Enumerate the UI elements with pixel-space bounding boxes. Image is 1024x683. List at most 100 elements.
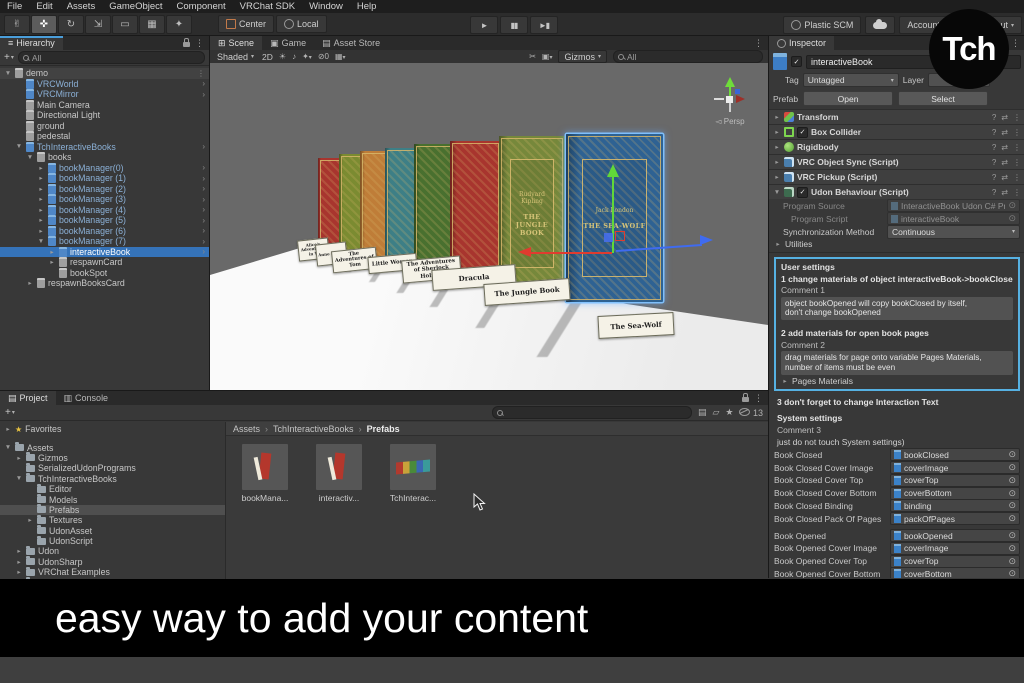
audio-toggle-icon[interactable]: ♪	[292, 52, 296, 61]
menu-item[interactable]: Edit	[29, 1, 59, 12]
object-reference-field[interactable]: coverTop⊙	[890, 555, 1020, 568]
kebab-menu-icon[interactable]: ⋮	[1013, 173, 1021, 182]
effects-dropdown-icon[interactable]: ✦▾	[302, 52, 312, 61]
foldout-icon[interactable]: ▸	[15, 547, 23, 555]
object-picker-icon[interactable]: ⊙	[1008, 213, 1016, 224]
hierarchy-item[interactable]: ▸ bookManager (1) ›	[0, 173, 209, 184]
help-icon[interactable]: ?	[992, 173, 996, 182]
foldout-icon[interactable]: ▸	[15, 454, 23, 462]
preset-icon[interactable]: ⇄	[1001, 143, 1008, 152]
prefab-nav-arrow-icon[interactable]: ›	[202, 237, 209, 246]
hierarchy-item[interactable]: ▼ demo ⋮	[0, 68, 209, 79]
object-picker-icon[interactable]: ⊙	[1008, 488, 1016, 499]
project-tree-item[interactable]: ★ Editor	[0, 484, 225, 494]
foldout-icon[interactable]: ▸	[37, 227, 45, 235]
cloud-button[interactable]	[865, 16, 895, 34]
create-asset-button[interactable]: +▾	[5, 407, 15, 418]
comment1-textarea[interactable]: object bookOpened will copy bookClosed b…	[781, 297, 1013, 321]
tab-asset-store[interactable]: ▤Asset Store	[314, 36, 388, 50]
scene-orientation-gizmo[interactable]: ◅ Persp	[706, 75, 754, 133]
move-gizmo-x-axis[interactable]	[530, 252, 612, 254]
tools-icon[interactable]: ✂	[529, 52, 536, 61]
component-enabled-checkbox[interactable]: ✓	[797, 187, 808, 198]
active-checkbox[interactable]: ✓	[791, 56, 802, 67]
step-button[interactable]: ►▮	[530, 16, 558, 34]
foldout-icon[interactable]: ▸	[37, 174, 45, 182]
handle-space-button[interactable]: Local	[276, 15, 327, 33]
prefab-nav-arrow-icon[interactable]: ›	[202, 247, 209, 256]
foldout-icon[interactable]: ▸	[773, 113, 781, 121]
plastic-scm-button[interactable]: Plastic SCM	[783, 16, 861, 34]
tag-dropdown[interactable]: Untagged▾	[803, 73, 899, 87]
prefab-nav-arrow-icon[interactable]: ›	[202, 142, 209, 151]
scene-search-input[interactable]: All	[613, 50, 763, 63]
foldout-icon[interactable]: ▸	[37, 195, 45, 203]
prefab-nav-arrow-icon[interactable]: ›	[202, 90, 209, 99]
project-search-input[interactable]	[492, 406, 692, 419]
tab-inspector[interactable]: Inspector	[769, 36, 834, 50]
scene-viewport[interactable]: Rudyard KiplingTHE JUNGLE BOOK Jack Lond…	[210, 63, 768, 390]
object-reference-field[interactable]: coverImage⊙	[890, 542, 1020, 555]
prefab-nav-arrow-icon[interactable]: ⋮	[197, 69, 209, 78]
breadcrumb-item[interactable]: Assets	[233, 424, 260, 434]
prefab-open-button[interactable]: Open	[803, 91, 893, 106]
object-picker-icon[interactable]: ⊙	[1008, 543, 1016, 554]
object-picker-icon[interactable]: ⊙	[1008, 513, 1016, 524]
asset-item[interactable]: interactiv...	[308, 444, 370, 503]
hierarchy-item[interactable]: VRCWorld ›	[0, 79, 209, 90]
object-picker-icon[interactable]: ⊙	[1008, 449, 1016, 460]
project-tree-item[interactable]: ▼ ★ Assets	[0, 442, 225, 452]
foldout-icon[interactable]: ▸	[15, 568, 23, 576]
move-gizmo-x-arrowhead[interactable]	[518, 247, 531, 257]
hierarchy-item[interactable]: ▸ bookManager (6) ›	[0, 226, 209, 237]
object-picker-icon[interactable]: ⊙	[1008, 500, 1016, 511]
foldout-icon[interactable]: ▸	[37, 216, 45, 224]
hierarchy-item[interactable]: ▸ bookManager (2) ›	[0, 184, 209, 195]
kebab-menu-icon[interactable]: ⋮	[754, 393, 763, 404]
hierarchy-item[interactable]: Main Camera	[0, 100, 209, 111]
move-gizmo-y-arrowhead[interactable]	[607, 164, 619, 177]
preset-icon[interactable]: ⇄	[1001, 128, 1008, 137]
create-button[interactable]: +▾	[4, 52, 14, 63]
menu-item[interactable]: Assets	[60, 1, 103, 12]
hierarchy-item[interactable]: ▸ bookManager(0) ›	[0, 163, 209, 174]
prefab-select-button[interactable]: Select	[898, 91, 988, 106]
project-content-area[interactable]: Assets› TchInteractiveBooks› Prefabs boo…	[226, 422, 768, 579]
kebab-menu-icon[interactable]: ⋮	[1013, 158, 1021, 167]
favorites-filter-icon[interactable]: ★	[725, 407, 733, 418]
object-reference-field[interactable]: binding⊙	[890, 499, 1020, 512]
scale-tool-button[interactable]: ⇲	[85, 15, 111, 34]
object-reference-field[interactable]: packOfPages⊙	[890, 512, 1020, 525]
tab-game[interactable]: ▣Game	[262, 36, 314, 50]
project-tree-item[interactable]: ★ UdonAsset	[0, 526, 225, 536]
asset-item[interactable]: bookMana...	[234, 444, 296, 503]
kebab-menu-icon[interactable]: ⋮	[1013, 188, 1021, 197]
menu-item[interactable]: GameObject	[102, 1, 169, 12]
foldout-icon[interactable]: ▸	[773, 158, 781, 166]
comment2-textarea[interactable]: drag materials for page onto variable Pa…	[781, 351, 1013, 375]
move-tool-button[interactable]: ✜	[31, 15, 57, 34]
help-icon[interactable]: ?	[992, 143, 996, 152]
preset-icon[interactable]: ⇄	[1001, 158, 1008, 167]
hierarchy-item[interactable]: VRCMirror ›	[0, 89, 209, 100]
kebab-menu-icon[interactable]: ⋮	[1013, 143, 1021, 152]
hierarchy-item[interactable]: ▼ books	[0, 152, 209, 163]
preset-icon[interactable]: ⇄	[1001, 188, 1008, 197]
lock-icon[interactable]	[742, 397, 749, 402]
component-enabled-checkbox[interactable]: ✓	[797, 127, 808, 138]
custom-tool-button[interactable]: ✦	[166, 15, 192, 34]
rotate-tool-button[interactable]: ↻	[58, 15, 84, 34]
preset-icon[interactable]: ⇄	[1001, 113, 1008, 122]
grid-dropdown-icon[interactable]: ▦▾	[335, 52, 346, 61]
help-icon[interactable]: ?	[992, 113, 996, 122]
prefab-nav-arrow-icon[interactable]: ›	[202, 184, 209, 193]
asset-item[interactable]: TchInterac...	[382, 444, 444, 503]
selected-book-3d[interactable]: Jack LondonTHE SEA-WOLF	[566, 134, 663, 302]
project-tree-item[interactable]: ★ SerializedUdonPrograms	[0, 463, 225, 473]
object-reference-field[interactable]: coverTop⊙	[890, 474, 1020, 487]
help-icon[interactable]: ?	[992, 158, 996, 167]
foldout-icon[interactable]: ▼	[15, 143, 23, 150]
pause-button[interactable]: ▮▮	[500, 16, 528, 34]
object-picker-icon[interactable]: ⊙	[1008, 200, 1016, 211]
object-picker-icon[interactable]: ⊙	[1008, 462, 1016, 473]
